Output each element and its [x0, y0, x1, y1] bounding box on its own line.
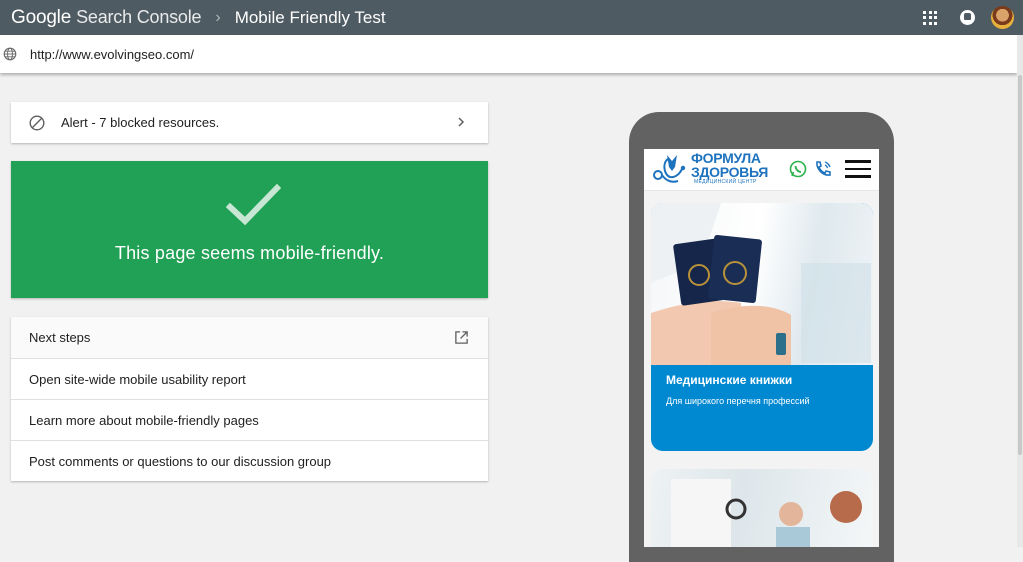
next-steps-header[interactable]: Next steps [11, 317, 488, 358]
alert-text: Alert - 7 blocked resources. [61, 115, 220, 130]
list-item-label[interactable]: Learn more about mobile-friendly pages [29, 413, 259, 428]
page-title: Mobile Friendly Test [234, 7, 386, 27]
site-logo-text: ФОРМУЛА ЗДОРОВЬЯ [691, 151, 768, 179]
mobile-preview-screen[interactable]: ФОРМУЛА ЗДОРОВЬЯ МЕДИЦИНСКИЙ ЦЕНТР Медиц… [644, 149, 879, 547]
whatsapp-icon [789, 160, 807, 178]
check-icon [226, 183, 281, 226]
result-message: This page seems mobile-friendly. [114, 243, 385, 263]
next-steps-title: Next steps [29, 330, 91, 345]
app-header: Google Search Console › Mobile Friendly … [0, 0, 1023, 35]
site-header: ФОРМУЛА ЗДОРОВЬЯ МЕДИЦИНСКИЙ ЦЕНТР [644, 149, 879, 191]
mobile-friendly-result: This page seems mobile-friendly. [11, 161, 488, 298]
blocked-icon [29, 114, 45, 131]
logo-subtitle: МЕДИЦИНСКИЙ ЦЕНТР [694, 179, 757, 185]
usability-report-link[interactable]: Open site-wide mobile usability report [11, 358, 488, 399]
discussion-group-link[interactable]: Post comments or questions to our discus… [11, 440, 488, 481]
photo-illustration [651, 203, 871, 365]
product-logo[interactable]: Google Search Console [0, 6, 202, 29]
phone-icon [816, 161, 831, 176]
avatar[interactable] [991, 6, 1014, 29]
list-item-label[interactable]: Post comments or questions to our discus… [29, 454, 331, 469]
list-item-label[interactable]: Open site-wide mobile usability report [29, 372, 246, 387]
product-name: Search Console [76, 6, 202, 27]
logo-line-2: ЗДОРОВЬЯ [691, 164, 768, 180]
learn-more-link[interactable]: Learn more about mobile-friendly pages [11, 399, 488, 440]
second-promo-card [651, 469, 873, 547]
apps-icon[interactable] [923, 10, 937, 25]
medical-books-photo [651, 203, 873, 365]
blocked-resources-alert[interactable]: Alert - 7 blocked resources. [11, 102, 488, 143]
google-wordmark: Google [11, 6, 72, 28]
globe-icon [3, 47, 17, 61]
promo-card: Медицинские книжки Для широкого перечня … [651, 203, 873, 451]
notifications-icon[interactable] [960, 10, 975, 25]
header-actions [923, 0, 1023, 35]
promo-subtitle: Для широкого перечня профессий [666, 396, 810, 406]
breadcrumb-separator: › [215, 8, 221, 26]
tested-url[interactable]: http://www.evolvingseo.com/ [30, 47, 194, 62]
promo-title: Медицинские книжки [666, 373, 793, 387]
stethoscope-logo-icon [653, 155, 686, 183]
scrollbar-thumb[interactable] [1018, 75, 1022, 455]
next-steps-panel: Next steps Open site-wide mobile usabili… [11, 317, 488, 481]
chevron-right-icon[interactable] [456, 115, 466, 129]
doctor-photo [671, 479, 862, 547]
logo-line-1: ФОРМУЛА [691, 150, 761, 166]
scrollbar[interactable] [1017, 35, 1023, 547]
hamburger-menu-icon [845, 160, 871, 178]
open-in-new-icon[interactable] [454, 330, 469, 345]
tested-url-bar[interactable]: http://www.evolvingseo.com/ [0, 35, 1017, 73]
